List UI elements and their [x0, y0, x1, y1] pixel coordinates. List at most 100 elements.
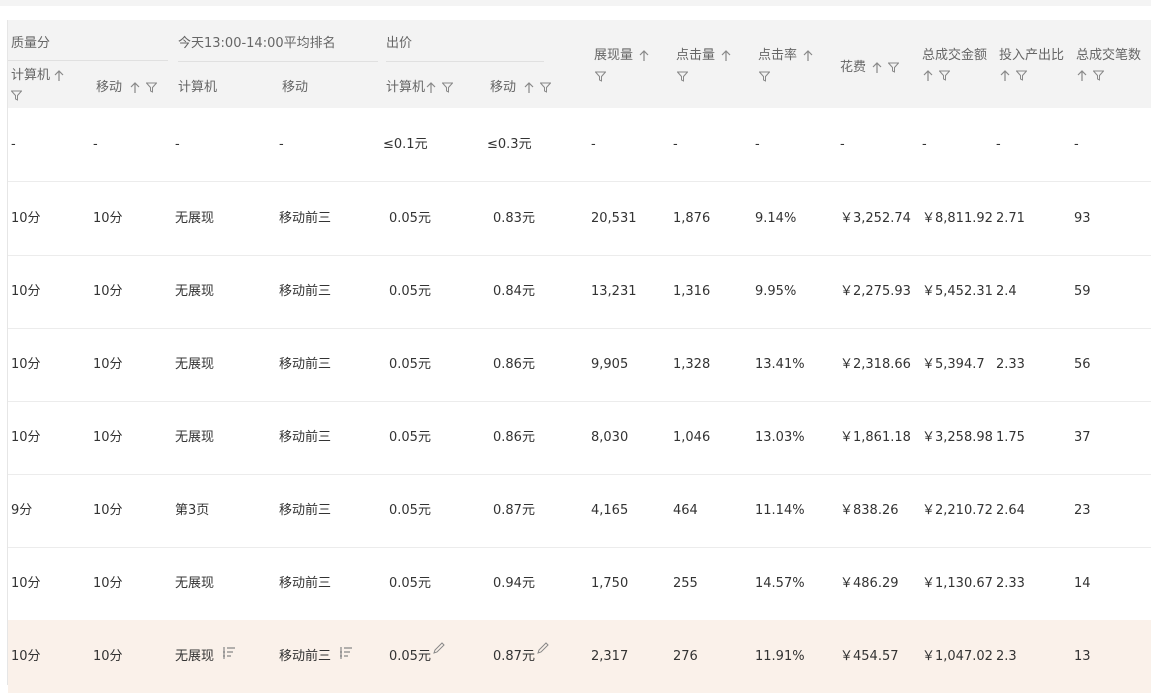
cell-ctr-value: - — [755, 137, 760, 152]
cell-orders: 59 — [1074, 255, 1091, 328]
col-orders[interactable]: 总成交笔数 — [1076, 44, 1141, 63]
filter-icon[interactable] — [676, 71, 689, 86]
cell-cost: ￥486.29 — [840, 547, 899, 620]
cell-quality-mobile-value: 10分 — [93, 357, 123, 372]
cell-ctr-value: 13.41% — [755, 357, 805, 372]
cell-cost: ￥454.57 — [840, 620, 899, 693]
cell-rank-mobile: 移动前三 — [279, 328, 331, 401]
col-roi-tools[interactable] — [999, 68, 1027, 83]
list-detail-icon[interactable] — [222, 620, 236, 693]
edit-pencil-icon[interactable] — [537, 616, 549, 689]
sort-arrow-icon[interactable] — [721, 49, 731, 62]
col-clicks[interactable]: 点击量 — [676, 44, 731, 63]
col-quality-mobile[interactable]: 移动 — [96, 76, 158, 95]
cell-cost: ￥2,318.66 — [840, 328, 911, 401]
table-row[interactable]: 10分 10分 无展现 移动前三 0.05元 0.86元 9,905 1,328 13.41% ￥… — [8, 328, 1151, 402]
cell-cost: ￥838.26 — [840, 474, 899, 547]
sort-arrow-icon[interactable] — [923, 69, 933, 82]
filter-icon[interactable] — [1016, 70, 1027, 81]
cell-bid-pc[interactable]: 0.05元 — [389, 401, 431, 474]
sort-arrow-icon[interactable] — [639, 49, 649, 62]
cell-bid-mobile[interactable]: 0.86元 — [493, 328, 535, 401]
col-impressions[interactable]: 展现量 — [594, 44, 649, 63]
filter-icon[interactable] — [594, 71, 607, 86]
cell-bid-mobile[interactable]: 0.84元 — [493, 255, 535, 328]
cell-bid-pc[interactable]: ≤0.1元 — [383, 108, 428, 181]
cell-bid-pc[interactable]: 0.05元 — [389, 182, 431, 255]
cell-rank-mobile-value: 移动前三 — [279, 649, 332, 664]
cell-bid-mobile[interactable]: 0.87元 — [493, 474, 535, 547]
table-row[interactable]: 10分 10分 无展现 移动前三 0.05元 0.87元 2,317 276 11.91% ￥45… — [8, 620, 1151, 693]
cell-cost-value: ￥838.26 — [840, 503, 899, 518]
cell-bid-mobile[interactable]: ≤0.3元 — [487, 108, 532, 181]
list-detail-icon[interactable] — [339, 620, 353, 693]
cell-bid-mobile-value: 0.94元 — [493, 576, 535, 591]
filter-icon[interactable] — [758, 71, 771, 86]
cell-gmv-value: ￥8,811.92 — [922, 211, 993, 226]
filter-icon[interactable] — [442, 82, 454, 93]
col-ctr[interactable]: 点击率 — [758, 44, 813, 63]
cell-roi-value: - — [996, 137, 1001, 152]
col-bid-pc[interactable]: 计算机 — [386, 76, 454, 95]
table-row[interactable]: 10分 10分 无展现 移动前三 0.05元 0.84元 13,231 1,316 9.95% ￥… — [8, 255, 1151, 329]
filter-icon[interactable] — [10, 90, 23, 105]
cell-orders: 13 — [1074, 620, 1091, 693]
col-cost[interactable]: 花费 — [840, 56, 900, 75]
filter-icon[interactable] — [1093, 70, 1104, 81]
table-row[interactable]: - - - - ≤0.1元 ≤0.3元 - - - - - - - — [8, 108, 1151, 182]
sort-arrow-icon[interactable] — [803, 49, 813, 62]
cell-bid-mobile[interactable]: 0.86元 — [493, 401, 535, 474]
cell-quality-mobile: - — [93, 108, 98, 181]
filter-icon[interactable] — [540, 82, 552, 93]
sort-arrow-icon[interactable] — [54, 69, 64, 82]
filter-icon[interactable] — [939, 70, 950, 81]
cell-bid-pc[interactable]: 0.05元 — [389, 328, 431, 401]
cell-gmv-value: ￥3,258.98 — [922, 430, 993, 445]
col-roi[interactable]: 投入产出比 — [999, 44, 1064, 63]
filter-icon[interactable] — [888, 62, 900, 73]
sort-arrow-icon[interactable] — [426, 81, 436, 94]
cell-gmv: ￥5,394.7 — [922, 328, 985, 401]
cell-bid-mobile[interactable]: 0.83元 — [493, 182, 535, 255]
sort-arrow-icon[interactable] — [1077, 69, 1087, 82]
cell-clicks: 1,316 — [673, 255, 710, 328]
cell-rank-mobile-value: 移动前三 — [279, 430, 332, 445]
cell-quality-mobile: 10分 — [93, 255, 123, 328]
cell-bid-pc[interactable]: 0.05元 — [389, 474, 431, 547]
col-orders-tools[interactable] — [1076, 68, 1104, 83]
cell-roi-value: 2.64 — [996, 503, 1025, 518]
col-quality-pc[interactable]: 计算机 — [11, 64, 64, 83]
cell-impressions: 13,231 — [591, 255, 637, 328]
col-bid-mobile[interactable]: 移动 — [490, 76, 552, 95]
cell-quality-mobile-value: - — [93, 137, 98, 152]
cell-bid-pc[interactable]: 0.05元 — [389, 255, 431, 328]
cell-impressions-value: 2,317 — [591, 649, 629, 664]
cell-ctr: 14.57% — [755, 547, 805, 620]
sort-arrow-icon[interactable] — [1000, 69, 1010, 82]
cell-orders-value: 93 — [1074, 211, 1091, 226]
col-gmv-tools[interactable] — [922, 68, 950, 83]
table-row[interactable]: 9分 10分 第3页 移动前三 0.05元 0.87元 4,165 464 11.14% ￥838… — [8, 474, 1151, 548]
cell-bid-mobile[interactable]: 0.87元 — [493, 620, 549, 693]
cell-rank-mobile: 移动前三 — [279, 620, 353, 693]
table-row[interactable]: 10分 10分 无展现 移动前三 0.05元 0.83元 20,531 1,876 9.14% ￥… — [8, 182, 1151, 256]
cell-bid-pc-value: 0.05元 — [389, 649, 431, 664]
cell-gmv-value: ￥1,130.67 — [922, 576, 993, 591]
table-row[interactable]: 10分 10分 无展现 移动前三 0.05元 0.94元 1,750 255 14.57% ￥48… — [8, 547, 1151, 621]
col-gmv[interactable]: 总成交金额 — [922, 44, 987, 63]
cell-bid-mobile[interactable]: 0.94元 — [493, 547, 535, 620]
sort-arrow-icon[interactable] — [130, 81, 140, 94]
sort-arrow-icon[interactable] — [872, 61, 882, 74]
cell-bid-pc[interactable]: 0.05元 — [389, 547, 431, 620]
col-cost-label: 花费 — [840, 60, 867, 75]
cell-quality-mobile: 10分 — [93, 401, 123, 474]
sort-arrow-icon[interactable] — [524, 81, 534, 94]
cell-quality-mobile: 10分 — [93, 328, 123, 401]
cell-bid-pc[interactable]: 0.05元 — [389, 620, 445, 693]
cell-cost: ￥3,252.74 — [840, 182, 911, 255]
cell-rank-mobile-value: 移动前三 — [279, 357, 332, 372]
edit-pencil-icon[interactable] — [433, 616, 445, 689]
table-row[interactable]: 10分 10分 无展现 移动前三 0.05元 0.86元 8,030 1,046 13.03% ￥… — [8, 401, 1151, 475]
filter-icon[interactable] — [146, 82, 158, 93]
cell-cost-value: ￥3,252.74 — [840, 211, 911, 226]
